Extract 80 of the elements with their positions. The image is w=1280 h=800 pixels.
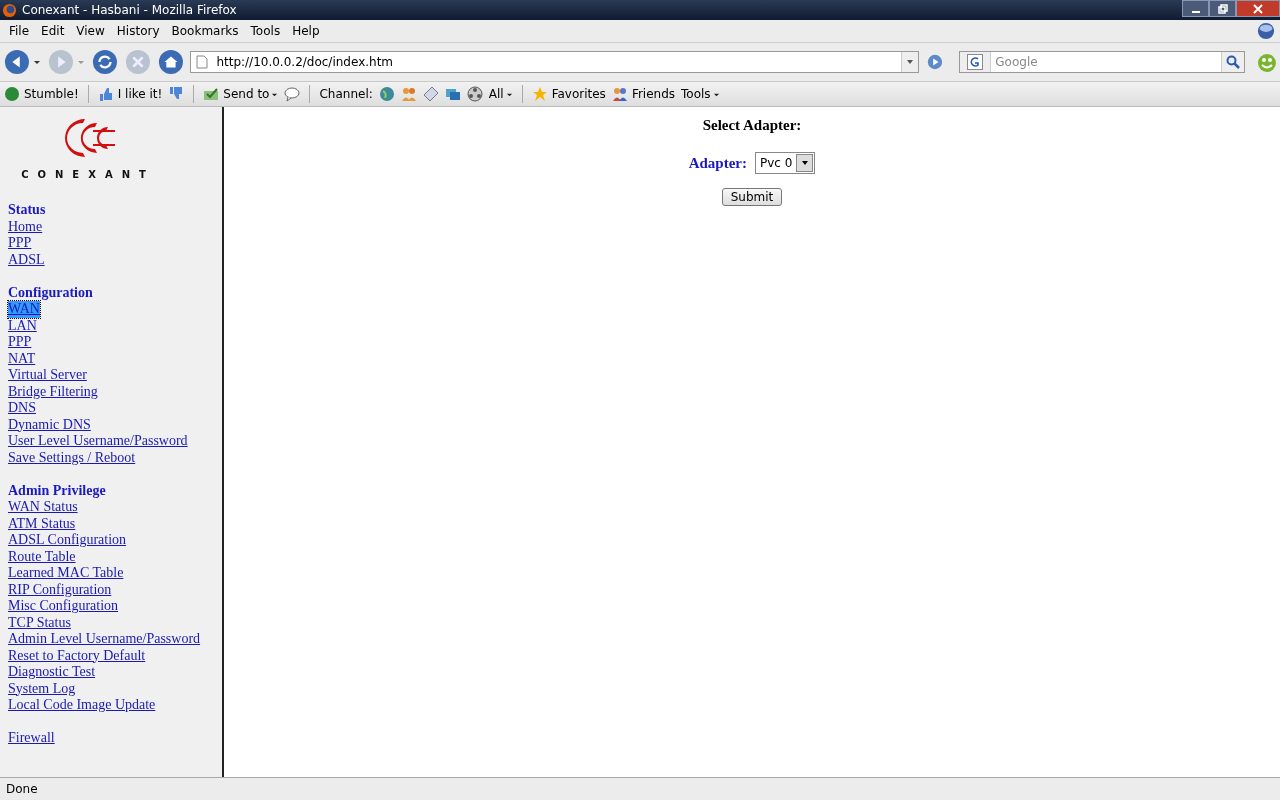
form-heading: Select Adapter: — [702, 117, 802, 134]
search-box[interactable]: Google — [959, 51, 1246, 73]
minimize-icon — [1191, 10, 1200, 13]
people-icon — [611, 86, 628, 102]
channel-label: Channel: — [319, 87, 373, 101]
star-icon — [531, 86, 548, 102]
adapter-select[interactable]: Pvc 0 — [754, 152, 816, 174]
section-heading: Status — [8, 202, 46, 219]
friends-button[interactable]: Friends — [611, 86, 676, 102]
home-icon[interactable] — [157, 49, 184, 75]
sidebar-link[interactable]: User Level Username/Password — [8, 433, 188, 450]
restore-icon — [1217, 3, 1228, 14]
caret-icon — [800, 159, 809, 167]
reload-icon[interactable] — [91, 49, 118, 75]
section-heading: Admin Privilege — [8, 482, 106, 499]
tools-dropdown[interactable]: Tools — [681, 87, 720, 101]
sidebar-link[interactable]: Local Code Image Update — [8, 697, 156, 714]
caret-icon[interactable] — [32, 58, 41, 66]
sidebar-link[interactable]: RIP Configuration — [8, 581, 112, 598]
sidebar-link[interactable]: Home — [8, 218, 43, 235]
film-reel-icon[interactable] — [466, 86, 483, 102]
photos-icon[interactable] — [444, 86, 461, 102]
minimize-button[interactable] — [1182, 0, 1209, 17]
sidebar-link[interactable]: Save Settings / Reboot — [8, 449, 136, 466]
sidebar-link[interactable]: DNS — [8, 400, 36, 417]
logo-text: CONEXANT — [21, 169, 155, 180]
back-icon[interactable] — [4, 49, 30, 75]
menu-item[interactable]: Bookmarks — [165, 24, 245, 38]
sidebar-link[interactable]: ATM Status — [8, 515, 76, 532]
sidebar-link[interactable]: Reset to Factory Default — [8, 647, 146, 664]
sidebar-link[interactable]: WAN — [8, 301, 40, 318]
sidebar-link[interactable]: Admin Level Username/Password — [8, 631, 201, 648]
address-field[interactable]: http://10.0.0.2/doc/index.htm — [190, 51, 920, 73]
sidebar-link[interactable]: NAT — [8, 350, 36, 367]
like-button[interactable]: I like it! — [97, 86, 163, 102]
checkmark-icon — [203, 86, 220, 102]
sidebar-link[interactable]: Virtual Server — [8, 367, 87, 384]
window-title: Conexant - Hasbani - Mozilla Firefox — [22, 3, 237, 17]
sidebar-link[interactable]: Diagnostic Test — [8, 664, 96, 681]
sidebar-link[interactable]: PPP — [8, 334, 32, 351]
menu-item[interactable]: Edit — [35, 24, 71, 38]
sidebar-link[interactable]: ADSL Configuration — [8, 532, 127, 549]
sidebar-link[interactable]: Firewall — [8, 730, 55, 747]
sidebar-link[interactable]: WAN Status — [8, 499, 78, 516]
sidebar-link[interactable]: Bridge Filtering — [8, 383, 98, 400]
restore-button[interactable] — [1209, 0, 1236, 17]
stumble-button[interactable]: Stumble! — [4, 86, 79, 102]
page-icon — [196, 55, 209, 69]
search-icon[interactable] — [1226, 55, 1241, 69]
menu-item[interactable]: View — [70, 24, 111, 38]
adapter-label: Adapter: — [688, 154, 747, 172]
sidebar-link[interactable]: ADSL — [8, 251, 45, 268]
sidebar-link[interactable]: LAN — [8, 317, 37, 334]
caret-icon[interactable] — [906, 58, 915, 66]
menu-item[interactable]: File — [3, 24, 36, 38]
throbber-icon — [1257, 22, 1275, 40]
tag-icon[interactable] — [422, 86, 439, 102]
menu-item[interactable]: Tools — [244, 24, 287, 38]
sidebar-link[interactable]: Misc Configuration — [8, 598, 119, 615]
speech-bubble-icon[interactable] — [284, 86, 301, 102]
sidebar-link[interactable]: TCP Status — [8, 614, 71, 631]
go-icon[interactable] — [926, 53, 945, 71]
section-heading: Configuration — [8, 284, 93, 301]
thumbs-up-icon — [97, 86, 114, 102]
menu-item[interactable]: Help — [286, 24, 326, 38]
close-icon — [1253, 3, 1263, 14]
sidebar-link[interactable]: System Log — [8, 680, 76, 697]
sidebar-link[interactable]: PPP — [8, 235, 32, 252]
people-icon[interactable] — [400, 86, 417, 102]
submit-button[interactable]: Submit — [721, 188, 783, 206]
all-dropdown[interactable]: All — [488, 87, 513, 101]
thumbs-down-icon[interactable] — [168, 86, 185, 102]
search-engine-icon[interactable] — [967, 54, 984, 70]
sidebar-link[interactable]: Route Table — [8, 548, 76, 565]
favorites-button[interactable]: Favorites — [531, 86, 606, 102]
send-to-button[interactable]: Send to — [203, 86, 279, 102]
close-button[interactable] — [1236, 0, 1280, 17]
sidebar-link[interactable]: Dynamic DNS — [8, 416, 91, 433]
sidebar-link[interactable]: Learned MAC Table — [8, 565, 124, 582]
menu-item[interactable]: History — [110, 24, 166, 38]
